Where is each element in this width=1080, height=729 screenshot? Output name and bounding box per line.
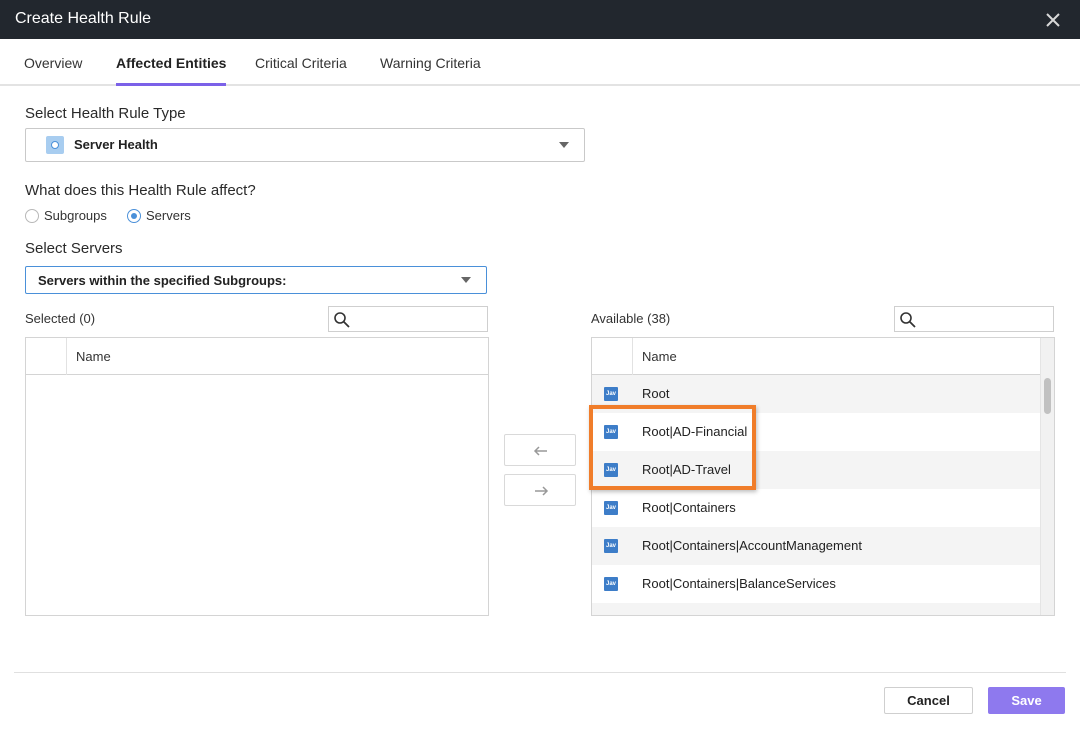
list-item-name: Root [642, 386, 670, 401]
available-scrollbar[interactable] [1040, 338, 1054, 615]
search-icon [334, 312, 350, 328]
list-item[interactable]: Jav Root|Containers|BalanceServices [592, 565, 1040, 603]
java-node-icon: Jav [604, 539, 618, 553]
list-item-name: Root|Containers [642, 500, 736, 515]
selected-heading: Selected (0) [25, 311, 96, 326]
rule-type-dropdown[interactable]: Server Health [25, 128, 585, 162]
list-item[interactable]: Jav Root|AD-Financial [592, 413, 1040, 451]
list-item[interactable]: Jav Root|AD-Travel [592, 451, 1040, 489]
available-heading: Available (38) [591, 311, 671, 326]
arrow-right-icon [535, 486, 549, 496]
java-node-icon: Jav [604, 387, 618, 401]
save-button[interactable]: Save [988, 687, 1065, 714]
rule-type-label: Select Health Rule Type [25, 105, 186, 122]
list-item[interactable] [592, 603, 1040, 615]
dialog-title: Create Health Rule [15, 10, 152, 27]
tab-bar: Overview Affected Entities Critical Crit… [0, 39, 1080, 86]
subgroups-radio-label[interactable]: Subgroups [44, 208, 107, 223]
list-item-name: Root|AD-Financial [642, 424, 748, 439]
tab-affected-entities[interactable]: Affected Entities [116, 55, 227, 86]
tab-warning-criteria[interactable]: Warning Criteria [380, 55, 481, 86]
list-item-name: Root|Containers|BalanceServices [642, 576, 836, 591]
java-node-icon: Jav [604, 501, 618, 515]
list-item[interactable]: Jav Root|Containers|AccountManagement [592, 527, 1040, 565]
tab-critical-criteria[interactable]: Critical Criteria [255, 55, 347, 86]
selected-grid: Name [25, 337, 489, 616]
rule-type-value: Server Health [74, 137, 158, 152]
select-servers-label: Select Servers [25, 240, 123, 257]
list-item-name: Root|AD-Travel [642, 462, 731, 477]
chevron-down-icon [461, 277, 471, 283]
selected-grid-header: Name [26, 338, 488, 375]
server-health-icon [46, 136, 64, 154]
dialog-titlebar: Create Health Rule [0, 0, 1080, 39]
arrow-left-icon [533, 446, 547, 456]
cancel-button[interactable]: Cancel [884, 687, 973, 714]
subgroups-radio[interactable] [25, 209, 39, 223]
servers-radio-label[interactable]: Servers [146, 208, 191, 223]
list-item[interactable]: Jav Root|Containers [592, 489, 1040, 527]
list-item-name: Root|Containers|AccountManagement [642, 538, 862, 553]
available-grid: Name Jav Root Jav Root|AD-Financial Jav … [591, 337, 1055, 616]
chevron-down-icon [559, 142, 569, 148]
affect-label: What does this Health Rule affect? [25, 182, 256, 199]
list-item[interactable]: Jav Root [592, 375, 1040, 413]
close-icon[interactable] [1044, 11, 1062, 29]
available-search-input[interactable] [894, 306, 1054, 332]
java-node-icon: Jav [604, 425, 618, 439]
java-node-icon: Jav [604, 577, 618, 591]
selected-name-column[interactable]: Name [76, 349, 111, 364]
search-icon [900, 312, 916, 328]
move-right-button[interactable] [504, 474, 576, 506]
available-grid-header: Name [592, 338, 1040, 375]
server-scope-value: Servers within the specified Subgroups: [38, 273, 287, 288]
servers-radio[interactable] [127, 209, 141, 223]
java-node-icon: Jav [604, 463, 618, 477]
scrollbar-thumb[interactable] [1044, 378, 1051, 414]
footer-divider [14, 672, 1066, 673]
tab-overview[interactable]: Overview [24, 55, 82, 86]
available-name-column[interactable]: Name [642, 349, 677, 364]
server-scope-dropdown[interactable]: Servers within the specified Subgroups: [25, 266, 487, 294]
selected-search-input[interactable] [328, 306, 488, 332]
move-left-button[interactable] [504, 434, 576, 466]
